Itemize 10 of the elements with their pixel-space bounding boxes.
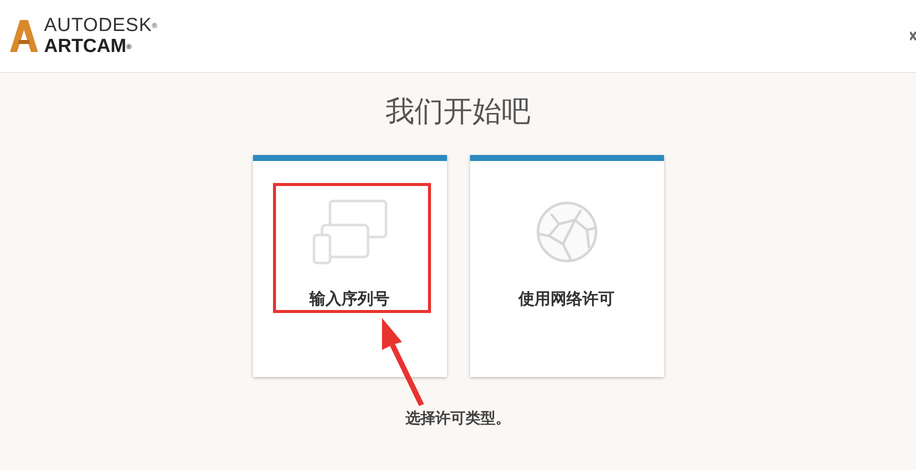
logo-icon bbox=[10, 20, 38, 52]
license-option-card[interactable]: 使用网络许可 bbox=[470, 155, 664, 377]
globe-icon bbox=[534, 200, 598, 264]
brand-name: AUTODESK$^{®}$ bbox=[44, 16, 158, 35]
page-title: 我们开始吧 bbox=[386, 93, 530, 130]
close-icon[interactable] bbox=[910, 31, 916, 41]
devices-icon bbox=[312, 199, 388, 265]
license-option-card[interactable]: 输入序列号 bbox=[252, 155, 446, 377]
product-name: ARTCAM$^{®}$ bbox=[44, 37, 132, 56]
footer-hint: 选择许可类型。 bbox=[406, 408, 510, 429]
